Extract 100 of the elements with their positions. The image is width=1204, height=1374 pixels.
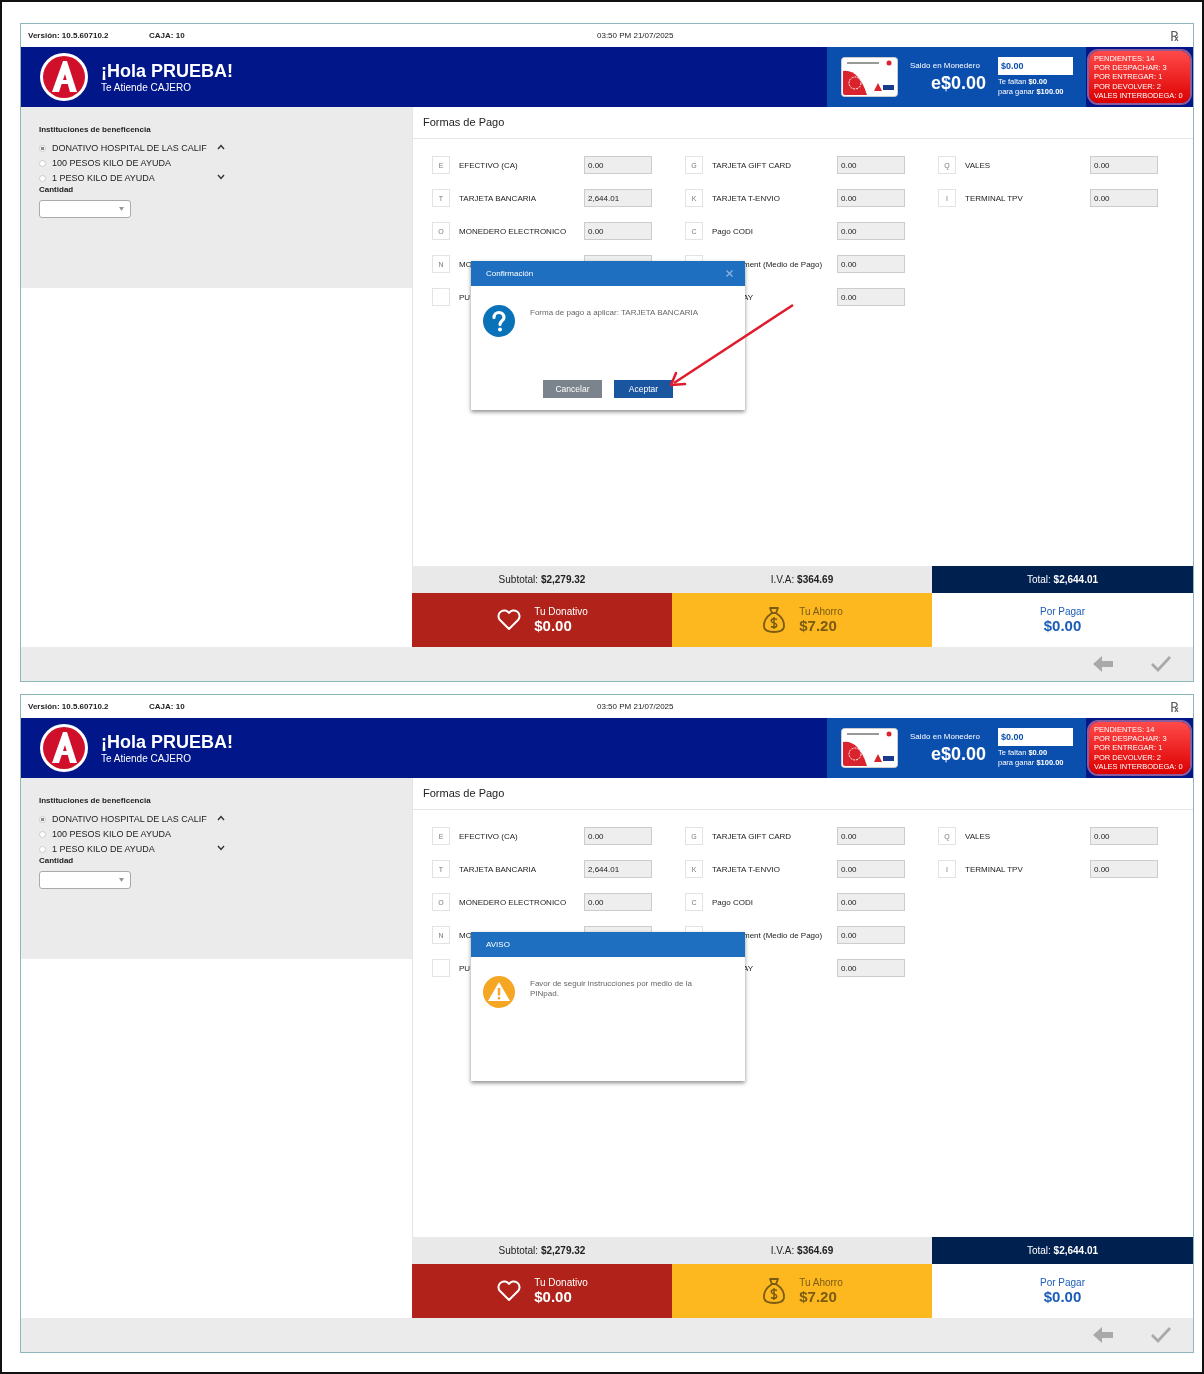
check-icon[interactable] (1151, 656, 1171, 672)
radio-button[interactable] (39, 144, 46, 152)
cashier-name: Te Atiende CAJERO (101, 82, 193, 93)
savings-amount: $7.20 (799, 617, 838, 634)
amount-field[interactable]: 0.00 (837, 255, 905, 273)
amount-field[interactable]: 2,644.01 (584, 860, 652, 878)
logo-icon (39, 52, 89, 102)
quantity-dropdown[interactable] (39, 200, 131, 218)
payment-method-label: TERMINAL TPV (965, 864, 1024, 874)
payment-method-label: MO (459, 259, 473, 269)
amount-field[interactable]: 0.00 (837, 827, 905, 845)
radio-button[interactable] (39, 830, 46, 838)
charity-option[interactable]: DONATIVO HOSPITAL DE LAS CALIF (39, 142, 217, 154)
radio-button[interactable] (39, 815, 46, 823)
register-label: CAJA: (149, 702, 174, 711)
radio-button[interactable] (39, 174, 46, 182)
wallet-balance: e$0.00 (929, 72, 986, 94)
amount-field[interactable]: 0.00 (584, 156, 652, 174)
amount-field[interactable]: 0.00 (837, 860, 905, 878)
charity-option[interactable]: 1 PESO KILO DE AYUDA (39, 843, 217, 855)
amount-due: $0.00 (1043, 1288, 1082, 1305)
version-label: Versión: (28, 702, 60, 711)
quantity-label: Cantidad (39, 856, 75, 865)
savings-amount: $7.20 (799, 1288, 838, 1305)
payment-method-label: Pago CODI (712, 226, 754, 236)
greeting: ¡Hola PRUEBA! (101, 732, 233, 753)
payment-method-label: PU (459, 963, 472, 973)
charity-option[interactable]: DONATIVO HOSPITAL DE LAS CALIF (39, 813, 217, 825)
payment-method-label: MONEDERO ELECTRONICO (459, 897, 568, 907)
scroll-down-icon[interactable] (217, 845, 225, 851)
payment-method-label: TARJETA T-ENVIO (712, 193, 781, 203)
amount-field[interactable]: 0.00 (584, 222, 652, 240)
prescription-button[interactable]: ℞ (1170, 26, 1179, 45)
amount-due: $0.00 (1043, 617, 1082, 634)
back-arrow-icon[interactable] (1093, 1327, 1113, 1343)
amount-field[interactable]: 0.00 (1090, 189, 1158, 207)
accept-button[interactable]: Aceptar (614, 380, 673, 398)
register-number: 10 (175, 31, 185, 40)
total-text: Total: $2,644.01 (1026, 574, 1099, 585)
radio-button[interactable] (39, 159, 46, 167)
amount-field[interactable]: 2,644.01 (584, 189, 652, 207)
dialog-title: AVISO (486, 940, 510, 949)
wallet-amount-field[interactable]: $0.00 (998, 57, 1073, 75)
charity-option[interactable]: 1 PESO KILO DE AYUDA (39, 172, 217, 184)
money-bag-icon (761, 606, 788, 634)
scroll-up-icon[interactable] (217, 815, 225, 821)
close-icon[interactable] (726, 270, 733, 277)
payment-method-label: ment (Medio de Pago) (742, 930, 824, 940)
payment-method-label: TARJETA GIFT CARD (712, 831, 793, 841)
donation-amount: $0.00 (534, 617, 573, 634)
prescription-button[interactable]: ℞ (1170, 697, 1179, 716)
payment-method-label: TARJETA T-ENVIO (712, 864, 781, 874)
quantity-dropdown[interactable] (39, 871, 131, 889)
question-icon (483, 305, 515, 337)
donation-label: Tu Donativo (534, 1277, 588, 1288)
wallet-amount-field[interactable]: $0.00 (998, 728, 1073, 746)
charity-title: Instituciones de beneficencia (39, 796, 152, 805)
amount-field[interactable]: 0.00 (1090, 827, 1158, 845)
amount-field[interactable]: 0.00 (837, 926, 905, 944)
amount-field[interactable]: 0.00 (837, 893, 905, 911)
donation-amount: $0.00 (534, 1288, 573, 1305)
donation-label: Tu Donativo (534, 606, 588, 617)
radio-button[interactable] (39, 845, 46, 853)
back-arrow-icon[interactable] (1093, 656, 1113, 672)
scroll-down-icon[interactable] (217, 174, 225, 180)
payment-method-label: MO (459, 930, 473, 940)
money-bag-icon (761, 1277, 788, 1305)
amount-field[interactable]: 0.00 (837, 959, 905, 977)
dialog-message: Forma de pago a aplicar: TARJETA BANCARIA (530, 308, 700, 319)
payment-method-label: PU (459, 292, 472, 302)
section-title: Formas de Pago (413, 778, 1193, 810)
amount-field[interactable]: 0.00 (584, 893, 652, 911)
amount-field[interactable]: 0.00 (1090, 860, 1158, 878)
payment-method-label: TARJETA BANCARIA (459, 193, 538, 203)
amount-field[interactable]: 0.00 (584, 827, 652, 845)
caret-icon (119, 878, 124, 882)
amount-due-label: Por Pagar (1040, 606, 1085, 617)
amount-field[interactable]: 0.00 (837, 156, 905, 174)
amount-field[interactable]: 0.00 (837, 222, 905, 240)
tax-text: I.V.A: $364.69 (770, 574, 834, 585)
amount-field[interactable]: 0.00 (1090, 156, 1158, 174)
scroll-up-icon[interactable] (217, 144, 225, 150)
payment-method-label: EFECTIVO (CA) (459, 160, 519, 170)
payment-method-label: VALES (965, 831, 992, 841)
dialog-title: Confirmación (486, 269, 534, 278)
wallet-card-drawing (841, 728, 898, 768)
charity-option[interactable]: 100 PESOS KILO DE AYUDA (39, 828, 217, 840)
date-time: 03:50 PM 21/07/2025 (597, 31, 675, 40)
charity-option[interactable]: 100 PESOS KILO DE AYUDA (39, 157, 217, 169)
amount-field[interactable]: 0.00 (837, 288, 905, 306)
payment-method-label: TERMINAL TPV (965, 193, 1024, 203)
tax-text: I.V.A: $364.69 (770, 1245, 834, 1256)
dialog-message: Favor de seguir instrucciones por medio de la PINpad. (530, 979, 693, 1000)
section-title: Formas de Pago (413, 107, 1193, 139)
check-icon[interactable] (1151, 1327, 1171, 1343)
wallet-label: Saldo en Monedero (910, 60, 981, 70)
amount-field[interactable]: 0.00 (837, 189, 905, 207)
cancel-button[interactable]: Cancelar (543, 380, 602, 398)
payment-method-label: ment (Medio de Pago) (742, 259, 824, 269)
wallet-label: Saldo en Monedero (910, 731, 981, 741)
